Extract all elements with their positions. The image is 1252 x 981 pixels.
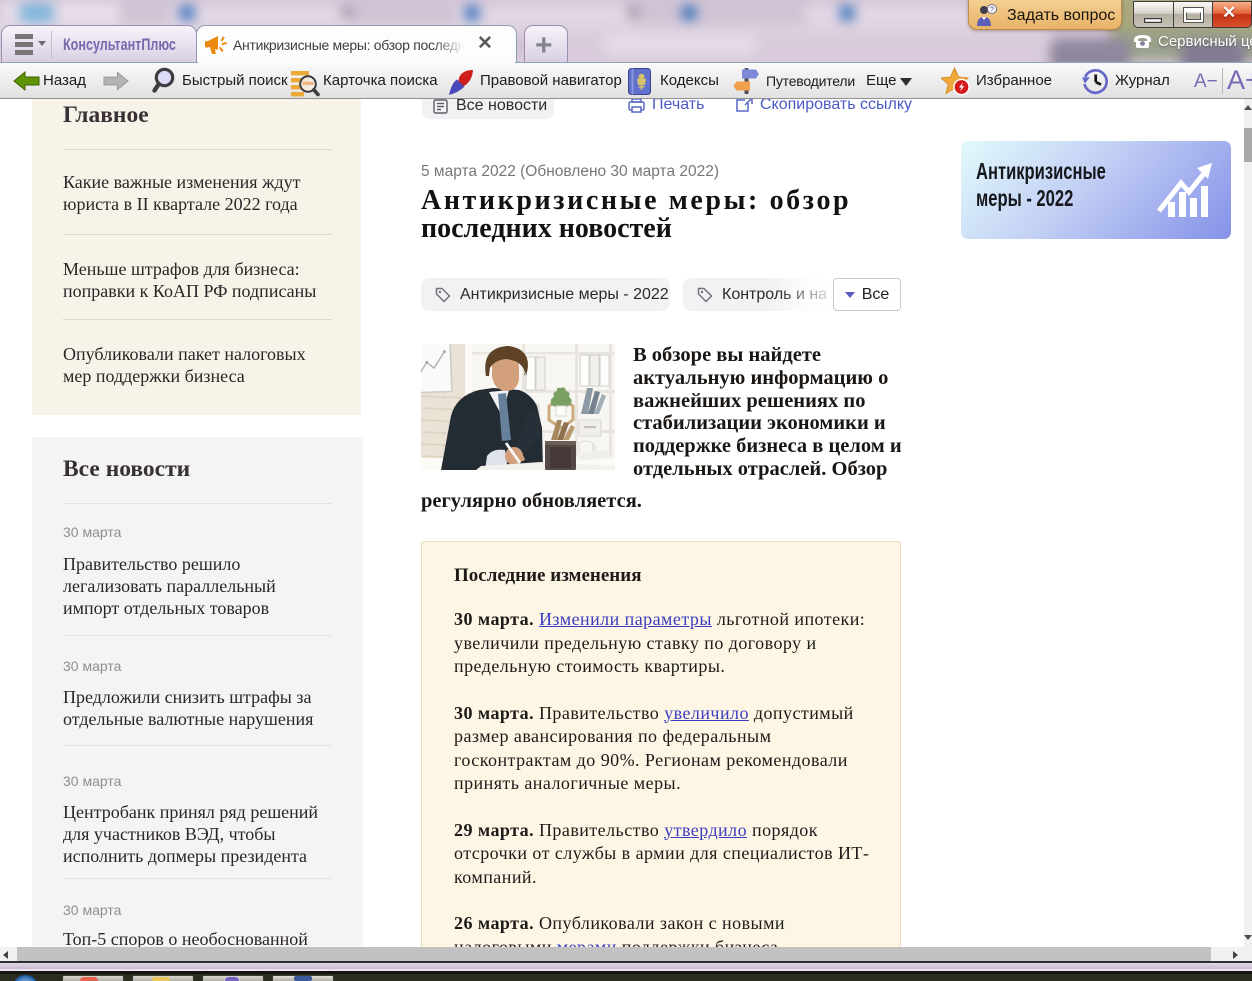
svg-text:?: ? bbox=[990, 7, 994, 14]
